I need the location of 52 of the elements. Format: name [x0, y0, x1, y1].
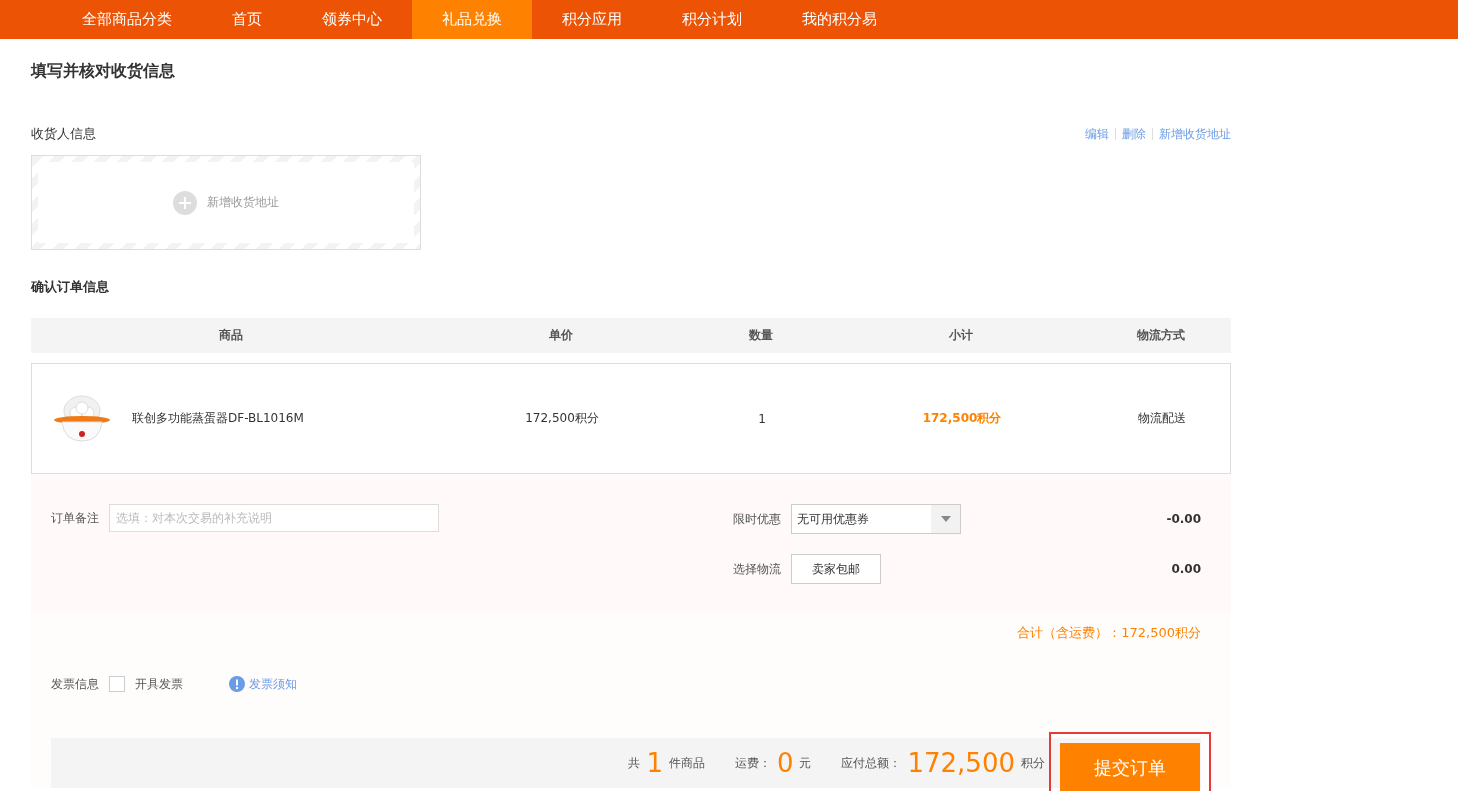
address-action-link[interactable]: 删除 — [1122, 125, 1146, 143]
coupon-dropdown[interactable]: 无可用优惠券 — [791, 504, 961, 534]
amount-due: 172,500 — [907, 748, 1015, 778]
info-icon — [229, 676, 245, 692]
order-total: 合计（含运费）：172,500积分 — [1017, 624, 1201, 642]
remark-input-field[interactable]: 选填：对本次交易的补充说明 — [109, 504, 439, 532]
amount-due-unit: 积分 — [1021, 754, 1045, 772]
submit-order-button[interactable]: 提交订单 — [1060, 743, 1200, 791]
remark-label: 订单备注 — [51, 509, 99, 527]
caret-icon — [940, 516, 951, 522]
add-address-text: 新增收货地址 — [207, 194, 279, 211]
column-header: 单价 — [548, 327, 574, 344]
nav-tab[interactable]: 首页 — [202, 0, 292, 39]
quantity: 1 — [757, 411, 767, 426]
product-name: 联创多功能蒸蛋器DF-BL1016M — [132, 410, 304, 427]
address-action-link[interactable]: 新增收货地址 — [1159, 125, 1231, 143]
freight-value: 0 — [776, 748, 794, 778]
freight-label: 运费： — [734, 754, 771, 772]
nav-tab[interactable]: 我的积分易 — [772, 0, 907, 39]
column-header: 数量 — [748, 327, 774, 344]
amount-due-label: 应付总额： — [841, 754, 902, 772]
section-label: 收货人信息 — [31, 125, 96, 143]
column-header: 小计 — [948, 327, 974, 344]
invoice-option-label: 开具发票 — [135, 675, 183, 693]
egg-cooker-icon — [52, 392, 112, 445]
nav-tab[interactable]: 礼品兑换 — [412, 0, 532, 39]
page-title: 填写并核对收货信息 — [31, 61, 176, 81]
shipping-method: 物流配送 — [1137, 410, 1187, 427]
address-action-link[interactable]: 编辑 — [1085, 125, 1109, 143]
item-count: 1 — [646, 748, 663, 778]
nav-tab[interactable]: 全部商品分类 — [52, 0, 202, 39]
column-header: 物流方式 — [1136, 327, 1186, 344]
section-title: 确认订单信息 — [31, 278, 110, 296]
plus-circle-icon — [173, 190, 197, 215]
nav-tab[interactable]: 积分应用 — [532, 0, 652, 39]
logistics-label: 选择物流 — [733, 560, 781, 578]
count-suffix: 件商品 — [668, 754, 705, 772]
nav-tab[interactable]: 积分计划 — [652, 0, 772, 39]
subtotal: 172,500积分 — [921, 410, 1003, 427]
logistics-option-button[interactable]: 卖家包邮 — [791, 554, 881, 584]
coupon-amount: -0.00 — [1165, 512, 1201, 526]
logistics-amount: 0.00 — [1170, 562, 1201, 576]
invoice-label: 发票信息 — [51, 675, 99, 693]
nav-tab[interactable]: 领券中心 — [292, 0, 412, 39]
coupon-label: 限时优惠 — [733, 510, 781, 528]
add-address-card[interactable]: 新增收货地址 — [31, 155, 421, 250]
column-header: 商品 — [218, 327, 244, 344]
invoice-checkbox[interactable] — [109, 676, 125, 692]
unit-price: 172,500积分 — [524, 410, 600, 427]
invoice-notice-link[interactable]: 发票须知 — [249, 675, 297, 693]
count-prefix: 共 — [628, 754, 641, 772]
freight-unit: 元 — [799, 754, 812, 772]
